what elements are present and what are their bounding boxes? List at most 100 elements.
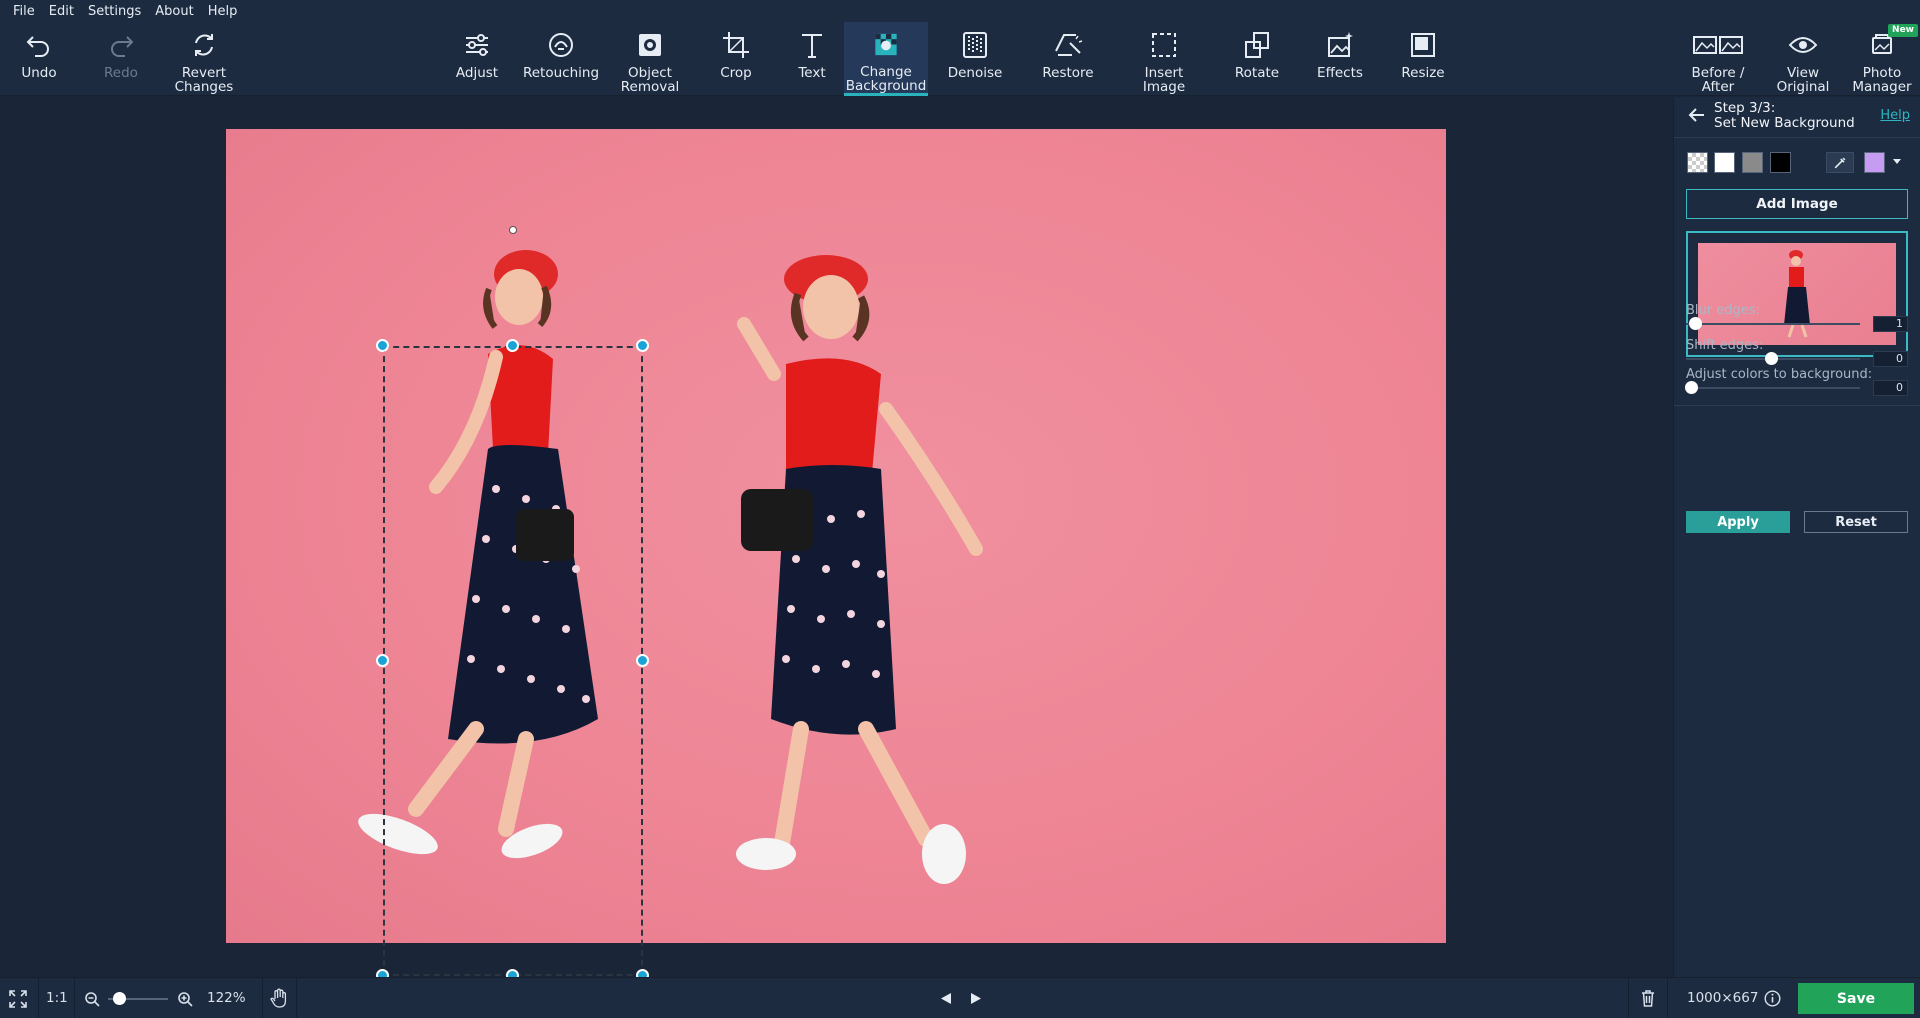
swatch-white[interactable] xyxy=(1714,152,1735,173)
revert-changes-button[interactable]: Revert Changes xyxy=(170,22,238,96)
menu-settings[interactable]: Settings xyxy=(81,4,148,19)
status-separator xyxy=(38,978,39,1018)
redo-button[interactable]: Redo xyxy=(96,22,146,96)
photo-manager-button[interactable]: Photo Manager New xyxy=(1846,22,1918,96)
undo-icon xyxy=(26,36,49,57)
undo-button[interactable]: Undo xyxy=(14,22,64,96)
resize-label: Resize xyxy=(1401,65,1445,81)
canvas-area[interactable] xyxy=(0,97,1673,982)
tool-change-background[interactable]: Change Background xyxy=(844,22,928,96)
restore-label: Restore xyxy=(1042,65,1094,81)
status-separator xyxy=(1667,978,1668,1018)
tool-text[interactable]: Text xyxy=(786,22,838,96)
before-after-icon xyxy=(1693,36,1743,54)
tool-resize[interactable]: Resize xyxy=(1396,22,1450,96)
tool-object-removal[interactable]: Object Removal xyxy=(614,22,686,96)
adjust-colors-knob[interactable] xyxy=(1685,381,1698,394)
restore-icon xyxy=(1055,34,1083,56)
menu-help[interactable]: Help xyxy=(201,4,245,19)
tool-denoise[interactable]: Denoise xyxy=(944,22,1006,96)
retouching-label: Retouching xyxy=(522,65,600,81)
tool-restore[interactable]: Restore xyxy=(1038,22,1098,96)
trash-icon[interactable] xyxy=(1640,989,1656,1007)
text-label: Text xyxy=(798,65,826,81)
add-image-button[interactable]: Add Image xyxy=(1686,189,1908,219)
rotate-icon xyxy=(1245,32,1269,58)
save-button[interactable]: Save xyxy=(1798,983,1914,1014)
text-icon xyxy=(802,34,822,58)
chevron-down-icon[interactable] xyxy=(1892,158,1902,166)
revert-icon xyxy=(195,34,213,56)
redo-icon xyxy=(111,36,134,57)
adjust-label: Adjust xyxy=(455,65,499,81)
tool-retouching[interactable]: Retouching xyxy=(522,22,600,96)
back-arrow-icon[interactable] xyxy=(1686,105,1706,125)
undo-label: Undo xyxy=(21,65,57,81)
tool-adjust[interactable]: Adjust xyxy=(450,22,504,96)
before-after-label: Before / After xyxy=(1691,65,1745,95)
handle-middle-right[interactable] xyxy=(636,654,649,667)
help-link[interactable]: Help xyxy=(1880,108,1910,123)
denoise-label: Denoise xyxy=(947,65,1003,81)
thumbnail-image xyxy=(1698,243,1896,345)
sliders-icon xyxy=(466,34,488,56)
menu-edit[interactable]: Edit xyxy=(42,4,81,19)
shift-edges-value[interactable]: 0 xyxy=(1873,351,1908,367)
handle-top-left[interactable] xyxy=(376,339,389,352)
next-image-icon[interactable] xyxy=(970,992,982,1005)
step-number: Step 3/3: xyxy=(1714,100,1776,116)
object-removal-label: Object Removal xyxy=(620,65,680,95)
tool-insert-image[interactable]: Insert Image xyxy=(1136,22,1192,96)
change-background-label: Change Background xyxy=(845,64,927,94)
selection-box[interactable] xyxy=(383,346,643,976)
swatch-gray[interactable] xyxy=(1742,152,1763,173)
adjust-colors-value[interactable]: 0 xyxy=(1873,380,1908,396)
view-original-button[interactable]: View Original xyxy=(1774,22,1832,96)
handle-top-center[interactable] xyxy=(506,339,519,352)
handle-middle-left[interactable] xyxy=(376,654,389,667)
info-icon[interactable] xyxy=(1764,990,1781,1007)
tool-crop[interactable]: Crop xyxy=(710,22,762,96)
reset-button[interactable]: Reset xyxy=(1804,511,1908,533)
blur-edges-value[interactable]: 1 xyxy=(1873,316,1908,332)
status-separator xyxy=(262,978,263,1018)
new-badge: New xyxy=(1888,24,1918,37)
zoom-out-icon[interactable] xyxy=(84,991,100,1007)
rotate-label: Rotate xyxy=(1234,65,1280,81)
status-separator xyxy=(74,978,75,1018)
apply-button[interactable]: Apply xyxy=(1686,511,1790,533)
eye-icon xyxy=(1788,37,1818,53)
rotate-handle[interactable] xyxy=(509,226,517,234)
before-after-button[interactable]: Before / After xyxy=(1684,22,1752,96)
panel-divider-2 xyxy=(1674,405,1920,406)
tool-rotate[interactable]: Rotate xyxy=(1230,22,1284,96)
redo-label: Redo xyxy=(104,65,138,81)
hand-tool-icon[interactable] xyxy=(270,988,288,1008)
retouching-icon xyxy=(549,33,573,57)
eyedropper-icon xyxy=(1834,157,1846,169)
eyedropper-button[interactable] xyxy=(1826,152,1854,173)
zoom-slider-knob[interactable] xyxy=(113,992,126,1005)
zoom-in-icon[interactable] xyxy=(177,991,193,1007)
tool-effects[interactable]: Effects xyxy=(1312,22,1368,96)
menu-about[interactable]: About xyxy=(148,4,200,19)
previous-image-icon[interactable] xyxy=(940,992,952,1005)
adjust-colors-slider[interactable] xyxy=(1686,387,1860,389)
thumbnail-figure xyxy=(1784,250,1810,338)
status-separator xyxy=(296,978,297,1018)
denoise-icon xyxy=(963,32,987,58)
effects-label: Effects xyxy=(1317,65,1363,81)
change-background-icon xyxy=(875,33,897,56)
swatch-transparent[interactable] xyxy=(1687,152,1708,173)
swatch-black[interactable] xyxy=(1770,152,1791,173)
step-name: Set New Background xyxy=(1714,115,1855,131)
handle-top-right[interactable] xyxy=(636,339,649,352)
blur-edges-knob[interactable] xyxy=(1689,317,1702,330)
menu-file[interactable]: File xyxy=(6,4,42,19)
blur-edges-slider[interactable] xyxy=(1686,323,1860,325)
shift-edges-knob[interactable] xyxy=(1765,352,1778,365)
actual-size-button[interactable]: 1:1 xyxy=(46,990,68,1006)
revert-label: Revert Changes xyxy=(174,65,234,95)
fit-screen-icon[interactable] xyxy=(9,990,27,1008)
swatch-custom-color[interactable] xyxy=(1864,152,1885,173)
